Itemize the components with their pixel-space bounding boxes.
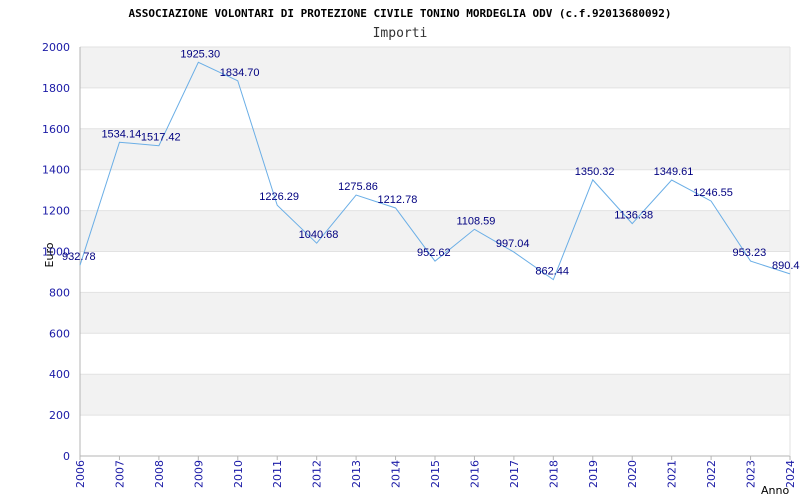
y-tick-label: 600 bbox=[49, 327, 70, 340]
chart-subtitle: Importi bbox=[373, 26, 428, 41]
x-tick-label: 2021 bbox=[666, 460, 679, 488]
x-tick-label: 2014 bbox=[390, 460, 403, 488]
background-band bbox=[80, 210, 790, 252]
x-tick-label: 2008 bbox=[153, 460, 166, 488]
y-tick-label: 2000 bbox=[42, 41, 70, 54]
background-band bbox=[80, 374, 790, 416]
data-label: 997.04 bbox=[496, 238, 530, 250]
x-tick-label: 2020 bbox=[626, 460, 639, 488]
chart-title: ASSOCIAZIONE VOLONTARI DI PROTEZIONE CIV… bbox=[128, 7, 671, 20]
data-label: 953.23 bbox=[733, 247, 767, 259]
data-label: 890.43 bbox=[772, 260, 800, 272]
x-axis-label: Anno bbox=[761, 484, 789, 497]
y-tick-label: 0 bbox=[63, 450, 70, 463]
x-tick-label: 2017 bbox=[508, 460, 521, 488]
x-tick-label: 2015 bbox=[429, 460, 442, 488]
data-label: 1534.14 bbox=[101, 128, 141, 140]
data-label: 1350.32 bbox=[575, 166, 615, 178]
data-label: 1212.78 bbox=[378, 194, 418, 206]
x-tick-label: 2022 bbox=[705, 460, 718, 488]
background-band bbox=[80, 128, 790, 170]
x-tick-label: 2019 bbox=[587, 460, 600, 488]
data-label: 1275.86 bbox=[338, 181, 378, 193]
background-band bbox=[80, 292, 790, 334]
y-tick-label: 1400 bbox=[42, 164, 70, 177]
data-label: 1108.59 bbox=[456, 215, 495, 227]
x-tick-label: 2018 bbox=[547, 460, 560, 488]
data-label: 862.44 bbox=[535, 266, 569, 278]
x-tick-label: 2006 bbox=[74, 460, 87, 488]
data-label: 932.78 bbox=[62, 251, 96, 263]
data-label: 1834.70 bbox=[220, 67, 260, 79]
y-tick-label: 400 bbox=[49, 368, 70, 381]
x-tick-label: 2009 bbox=[192, 460, 205, 488]
data-label: 1040.68 bbox=[299, 229, 339, 241]
x-tick-label: 2010 bbox=[232, 460, 245, 488]
line-chart: 0200400600800100012001400160018002000 20… bbox=[42, 7, 800, 497]
y-tick-label: 1600 bbox=[42, 123, 70, 136]
data-label: 1925.30 bbox=[180, 48, 220, 60]
x-tick-label: 2016 bbox=[468, 460, 481, 488]
x-tick-label: 2012 bbox=[311, 460, 324, 488]
x-tick-label: 2007 bbox=[113, 460, 126, 488]
y-tick-label: 1200 bbox=[42, 205, 70, 218]
y-tick-label: 1800 bbox=[42, 82, 70, 95]
y-tick-label: 800 bbox=[49, 286, 70, 299]
data-label: 1517.42 bbox=[141, 132, 181, 144]
data-label: 1136.38 bbox=[614, 210, 653, 222]
y-axis-label: Euro bbox=[43, 242, 56, 267]
data-label: 1226.29 bbox=[259, 191, 299, 203]
x-tick-label: 2011 bbox=[271, 460, 284, 488]
data-label: 952.62 bbox=[417, 247, 451, 259]
x-tick-label: 2023 bbox=[745, 460, 758, 488]
x-tick-label: 2013 bbox=[350, 460, 363, 488]
y-tick-label: 200 bbox=[49, 409, 70, 422]
data-label: 1349.61 bbox=[654, 166, 694, 178]
data-label: 1246.55 bbox=[693, 187, 733, 199]
